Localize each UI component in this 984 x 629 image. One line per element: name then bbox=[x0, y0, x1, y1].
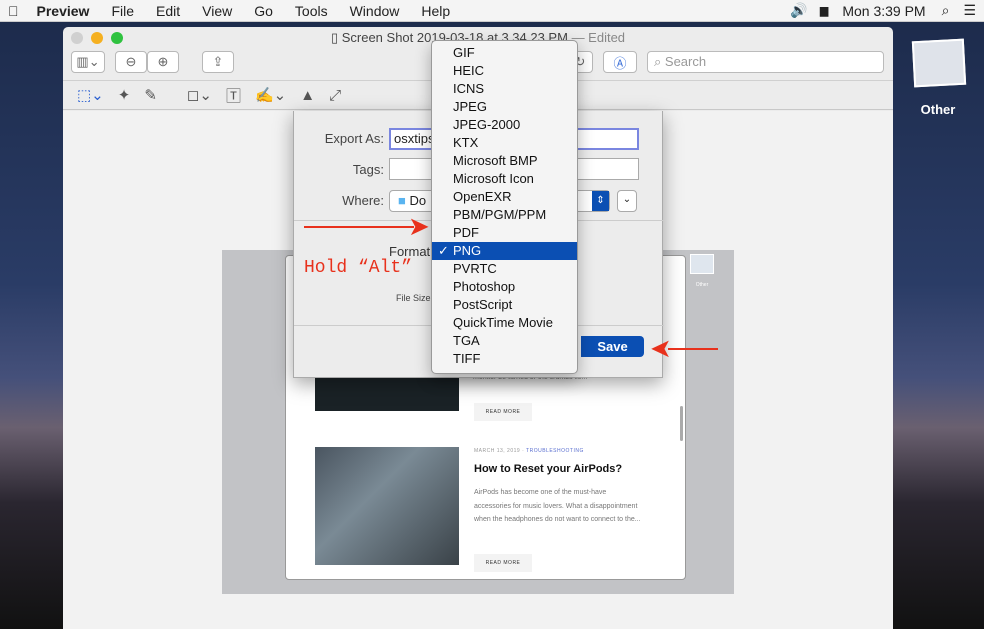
close-button[interactable] bbox=[71, 32, 83, 44]
apple-icon[interactable]:  bbox=[8, 3, 19, 19]
annotation-arrow-shaft bbox=[304, 226, 414, 228]
format-option[interactable]: JPEG-2000 bbox=[432, 116, 577, 134]
shapes-icon[interactable]: ◻⌄ bbox=[187, 86, 212, 104]
format-option[interactable]: GIF bbox=[432, 44, 577, 62]
menu-go[interactable]: Go bbox=[254, 3, 273, 19]
sign-icon[interactable]: ✍⌄ bbox=[255, 86, 286, 104]
article-title[interactable]: How to Reset your AirPods? bbox=[474, 463, 622, 475]
format-option[interactable]: Microsoft BMP bbox=[432, 152, 577, 170]
flag-icon[interactable]: ▆ bbox=[820, 4, 828, 17]
format-option[interactable]: HEIC bbox=[432, 62, 577, 80]
menu-view[interactable]: View bbox=[202, 3, 232, 19]
arrow-left-icon: ➤ bbox=[650, 333, 672, 363]
format-option[interactable]: OpenEXR bbox=[432, 188, 577, 206]
search-input[interactable]: ⌕ Search bbox=[647, 51, 884, 73]
where-value: Do bbox=[409, 193, 427, 208]
read-more-button[interactable]: READ MORE bbox=[474, 403, 532, 421]
checkmark-icon: ✓ bbox=[438, 243, 449, 258]
format-option[interactable]: KTX bbox=[432, 134, 577, 152]
zoom-in-button[interactable]: ⊕ bbox=[147, 51, 179, 73]
format-option[interactable]: PostScript bbox=[432, 296, 577, 314]
hold-alt-annotation: Hold “Alt” bbox=[304, 258, 413, 278]
sidebar-toggle-button[interactable]: ▥⌄ bbox=[71, 51, 105, 73]
format-option[interactable]: Microsoft Icon bbox=[432, 170, 577, 188]
format-option[interactable]: TIFF bbox=[432, 350, 577, 368]
arrow-right-icon: ➤ bbox=[408, 211, 430, 241]
folder-stack-icon[interactable] bbox=[911, 38, 967, 88]
scrollbar[interactable] bbox=[680, 406, 683, 441]
search-placeholder: Search bbox=[664, 54, 707, 69]
menu-help[interactable]: Help bbox=[421, 3, 450, 19]
airpods-image bbox=[315, 447, 459, 565]
file-size-label: File Size bbox=[396, 293, 431, 303]
format-option[interactable]: ICNS bbox=[432, 80, 577, 98]
selection-tool-icon[interactable]: ⬚⌄ bbox=[77, 86, 104, 104]
inner-icon-label: Other bbox=[695, 282, 709, 288]
format-option[interactable]: QuickTime Movie bbox=[432, 314, 577, 332]
format-option[interactable]: JPEG bbox=[432, 98, 577, 116]
desktop-icon-label[interactable]: Other bbox=[910, 102, 966, 117]
clock[interactable]: Mon 3:39 PM bbox=[842, 3, 925, 19]
adjust-color-icon[interactable]: ▲ bbox=[300, 87, 315, 104]
annotation-arrow-shaft bbox=[668, 348, 718, 350]
menu-window[interactable]: Window bbox=[350, 3, 400, 19]
zoom-out-button[interactable]: ⊖ bbox=[115, 51, 147, 73]
expand-button[interactable]: ⌄ bbox=[617, 190, 637, 212]
read-more-button[interactable]: READ MORE bbox=[474, 554, 532, 572]
menu-app[interactable]: Preview bbox=[37, 3, 90, 19]
updown-chevron-icon: ⇕ bbox=[592, 191, 609, 211]
format-option[interactable]: PDF bbox=[432, 224, 577, 242]
volume-icon[interactable]: 🔊 bbox=[790, 2, 807, 19]
instant-alpha-icon[interactable]: ✦ bbox=[118, 86, 131, 104]
article-excerpt: AirPods has become one of the must-have … bbox=[474, 489, 641, 523]
zoom-button[interactable] bbox=[111, 32, 123, 44]
inner-folder-icon bbox=[690, 254, 714, 274]
notification-center-icon[interactable]: ☰ bbox=[963, 2, 976, 19]
format-option-label: PNG bbox=[453, 243, 482, 258]
format-option[interactable]: PBM/PGM/PPM bbox=[432, 206, 577, 224]
article-date: MARCH 13, 2019 bbox=[474, 448, 521, 454]
menu-bar:  Preview File Edit View Go Tools Window… bbox=[0, 0, 984, 22]
format-option[interactable]: PVRTC bbox=[432, 260, 577, 278]
menu-tools[interactable]: Tools bbox=[295, 3, 328, 19]
minimize-button[interactable] bbox=[91, 32, 103, 44]
format-option[interactable]: TGA bbox=[432, 332, 577, 350]
article-category[interactable]: TROUBLESHOOTING bbox=[526, 448, 584, 454]
sketch-icon[interactable]: ✎ bbox=[144, 86, 157, 104]
tags-label: Tags: bbox=[352, 162, 384, 177]
save-button[interactable]: Save bbox=[581, 336, 644, 357]
folder-icon: ■ bbox=[398, 193, 410, 208]
markup-button[interactable]: Ⓐ bbox=[603, 51, 637, 73]
menu-edit[interactable]: Edit bbox=[156, 3, 180, 19]
format-option[interactable]: Photoshop bbox=[432, 278, 577, 296]
export-as-label: Export As: bbox=[324, 131, 384, 146]
format-dropdown-menu: GIF HEIC ICNS JPEG JPEG-2000 KTX Microso… bbox=[431, 40, 578, 374]
edited-label: — Edited bbox=[571, 30, 626, 45]
where-label: Where: bbox=[342, 193, 384, 208]
format-label: Format bbox=[389, 244, 431, 259]
document-icon: ▯ bbox=[330, 30, 342, 45]
text-icon[interactable]: 🅃 bbox=[226, 85, 241, 106]
format-option-selected[interactable]: ✓ PNG bbox=[432, 242, 577, 260]
adjust-size-icon[interactable]: ⤢ bbox=[329, 87, 341, 104]
menu-file[interactable]: File bbox=[111, 3, 134, 19]
search-icon: ⌕ bbox=[654, 54, 665, 69]
share-button[interactable]: ⇪ bbox=[202, 51, 234, 73]
spotlight-icon[interactable]: ⌕ bbox=[942, 2, 950, 19]
